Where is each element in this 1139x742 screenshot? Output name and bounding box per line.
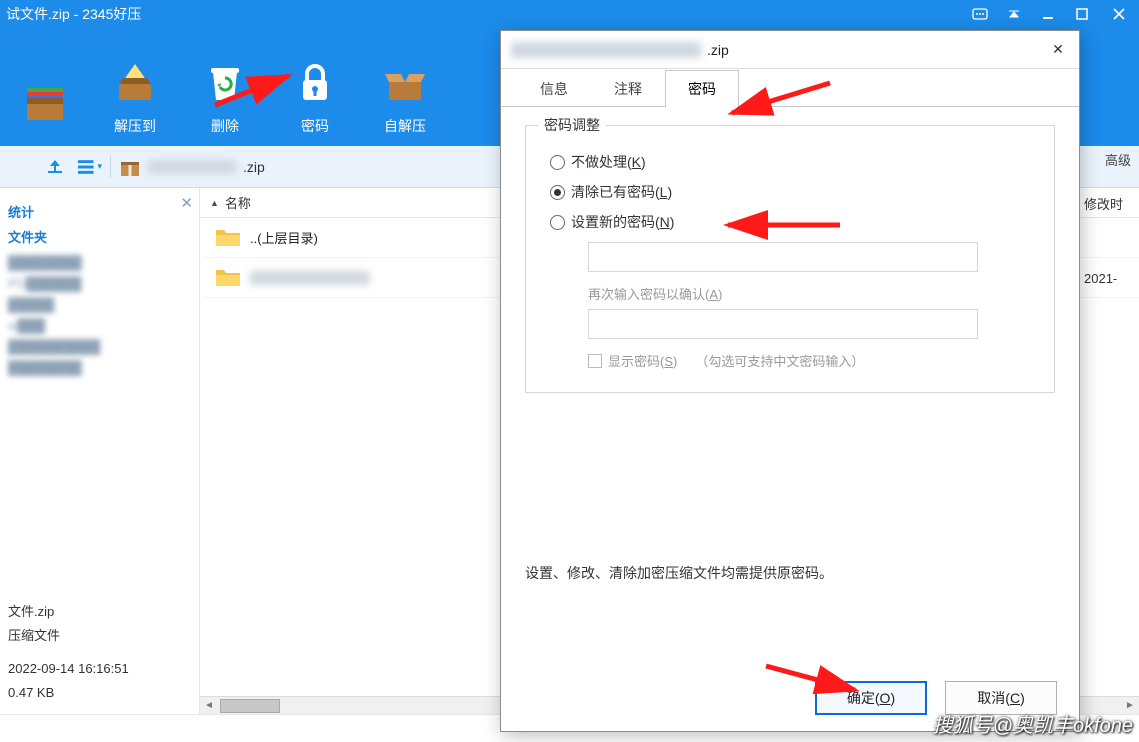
- toolbar-extract[interactable]: 解压到: [90, 54, 180, 136]
- toolbar-password[interactable]: 密码: [270, 54, 360, 136]
- col-modified[interactable]: 修改时: [1084, 188, 1139, 218]
- toolbar-add[interactable]: [0, 74, 90, 136]
- minimize-button[interactable]: [1031, 0, 1065, 28]
- nav-up-icon[interactable]: [42, 154, 68, 180]
- zip-icon: [119, 156, 141, 178]
- box-out-icon: [90, 54, 180, 110]
- fieldset-legend: 密码调整: [538, 115, 606, 135]
- radio-clear-label: 清除已有密码(L): [571, 182, 672, 202]
- password-fieldset: 密码调整 不做处理(K) 清除已有密码(L) 设置新的密码(N) 再次输入密码以…: [525, 125, 1055, 393]
- maximize-button[interactable]: [1065, 0, 1099, 28]
- show-password-row[interactable]: 显示密码(S) （勾选可支持中文密码输入）: [588, 351, 1034, 370]
- cell-empty: [1084, 218, 1139, 258]
- radio-set-row[interactable]: 设置新的密码(N): [550, 212, 1030, 232]
- side-item[interactable]: █████: [8, 294, 191, 315]
- radio-none-label: 不做处理(K): [571, 152, 646, 172]
- side-section-stats: 统计: [8, 202, 191, 221]
- toolbar-delete-label: 删除: [180, 116, 270, 136]
- separator: [110, 156, 111, 178]
- radio-set[interactable]: [550, 215, 565, 230]
- radio-set-label: 设置新的密码(N): [571, 212, 674, 232]
- toolbar-delete[interactable]: 删除: [180, 54, 270, 136]
- right-columns: 修改时 2021-: [1084, 188, 1139, 298]
- show-password-checkbox[interactable]: [588, 354, 602, 368]
- toolbar-selfextract[interactable]: 自解压: [360, 54, 450, 136]
- info-file: 文件.zip: [8, 600, 129, 623]
- dialog-close-icon[interactable]: ✕: [1047, 39, 1069, 61]
- side-close-icon[interactable]: ✕: [180, 194, 193, 212]
- window-controls: [963, 0, 1139, 28]
- side-panel: ✕ 统计 文件夹 ████████ PD██████ █████ w███ ██…: [0, 188, 200, 714]
- watermark: 搜狐号@奥凯丰okfone: [933, 709, 1133, 738]
- row-up-label: ..(上层目录): [250, 228, 318, 247]
- box-add-icon: [0, 74, 90, 130]
- side-item[interactable]: ██████████: [8, 336, 191, 357]
- window-title: 试文件.zip - 2345好压: [6, 4, 963, 24]
- side-item[interactable]: ████████: [8, 357, 191, 378]
- box-open-icon: [360, 54, 450, 110]
- dropdown-icon[interactable]: [997, 0, 1031, 28]
- show-password-label: 显示密码(S): [608, 351, 677, 370]
- side-info: 文件.zip 压缩文件 2022-09-14 16:16:51 0.47 KB: [8, 600, 129, 704]
- dialog-body: 密码调整 不做处理(K) 清除已有密码(L) 设置新的密码(N) 再次输入密码以…: [501, 107, 1079, 601]
- col-name: 名称: [225, 193, 251, 212]
- radio-clear[interactable]: [550, 185, 565, 200]
- radio-none-row[interactable]: 不做处理(K): [550, 152, 1030, 172]
- cell-date: 2021-: [1084, 258, 1139, 298]
- nav-back-icon[interactable]: [8, 154, 34, 180]
- side-item[interactable]: PD██████: [8, 273, 191, 294]
- show-password-hint: （勾选可支持中文密码输入）: [695, 351, 864, 370]
- password-input[interactable]: [588, 242, 978, 272]
- folder-icon: [214, 264, 242, 291]
- confirm-label: 再次输入密码以确认(A): [588, 284, 1034, 303]
- side-section-folders: 文件夹: [8, 227, 191, 246]
- title-bar: 试文件.zip - 2345好压: [0, 0, 1139, 28]
- folder-icon: [214, 224, 242, 251]
- info-date: 2022-09-14 16:16:51: [8, 657, 129, 680]
- toolbar-password-label: 密码: [270, 116, 360, 136]
- notify-icon[interactable]: [963, 0, 997, 28]
- toolbar-selfextract-label: 自解压: [360, 116, 450, 136]
- dlg-title-suffix: .zip: [707, 42, 729, 58]
- radio-none[interactable]: [550, 155, 565, 170]
- tab-comment[interactable]: 注释: [591, 70, 665, 107]
- password-confirm-input[interactable]: [588, 309, 978, 339]
- breadcrumb[interactable]: .zip: [119, 156, 265, 178]
- info-size: 0.47 KB: [8, 681, 129, 704]
- advanced-link[interactable]: 高级: [1105, 150, 1131, 169]
- lock-icon: [270, 54, 360, 110]
- info-type: 压缩文件: [8, 624, 129, 647]
- dialog-title-bar: .zip ✕: [501, 31, 1079, 69]
- side-item[interactable]: ████████: [8, 252, 191, 273]
- side-item[interactable]: w███: [8, 315, 191, 336]
- side-list: 统计 文件夹 ████████ PD██████ █████ w███ ████…: [0, 188, 199, 386]
- recycle-icon: [180, 54, 270, 110]
- password-dialog: .zip ✕ 信息 注释 密码 密码调整 不做处理(K) 清除已有密码(L) 设…: [500, 30, 1080, 732]
- dlg-title-blur: [511, 42, 701, 58]
- dialog-tabs: 信息 注释 密码: [501, 69, 1079, 107]
- password-inputs: 再次输入密码以确认(A) 显示密码(S) （勾选可支持中文密码输入）: [588, 242, 1034, 370]
- radio-clear-row[interactable]: 清除已有密码(L): [550, 182, 1030, 202]
- scroll-left-icon[interactable]: ◄: [200, 700, 218, 711]
- scroll-thumb[interactable]: [220, 699, 280, 713]
- ok-button[interactable]: 确定(O): [815, 681, 927, 715]
- dialog-note: 设置、修改、清除加密压缩文件均需提供原密码。: [525, 563, 1055, 583]
- crumb-blur: [147, 160, 237, 174]
- tab-info[interactable]: 信息: [517, 70, 591, 107]
- row-file-label: [250, 271, 370, 285]
- close-button[interactable]: [1099, 0, 1139, 28]
- view-list-icon[interactable]: ▾: [76, 154, 102, 180]
- toolbar-extract-label: 解压到: [90, 116, 180, 136]
- sort-asc-icon: ▲: [210, 198, 219, 208]
- crumb-zip: .zip: [243, 159, 265, 175]
- tab-password[interactable]: 密码: [665, 70, 739, 107]
